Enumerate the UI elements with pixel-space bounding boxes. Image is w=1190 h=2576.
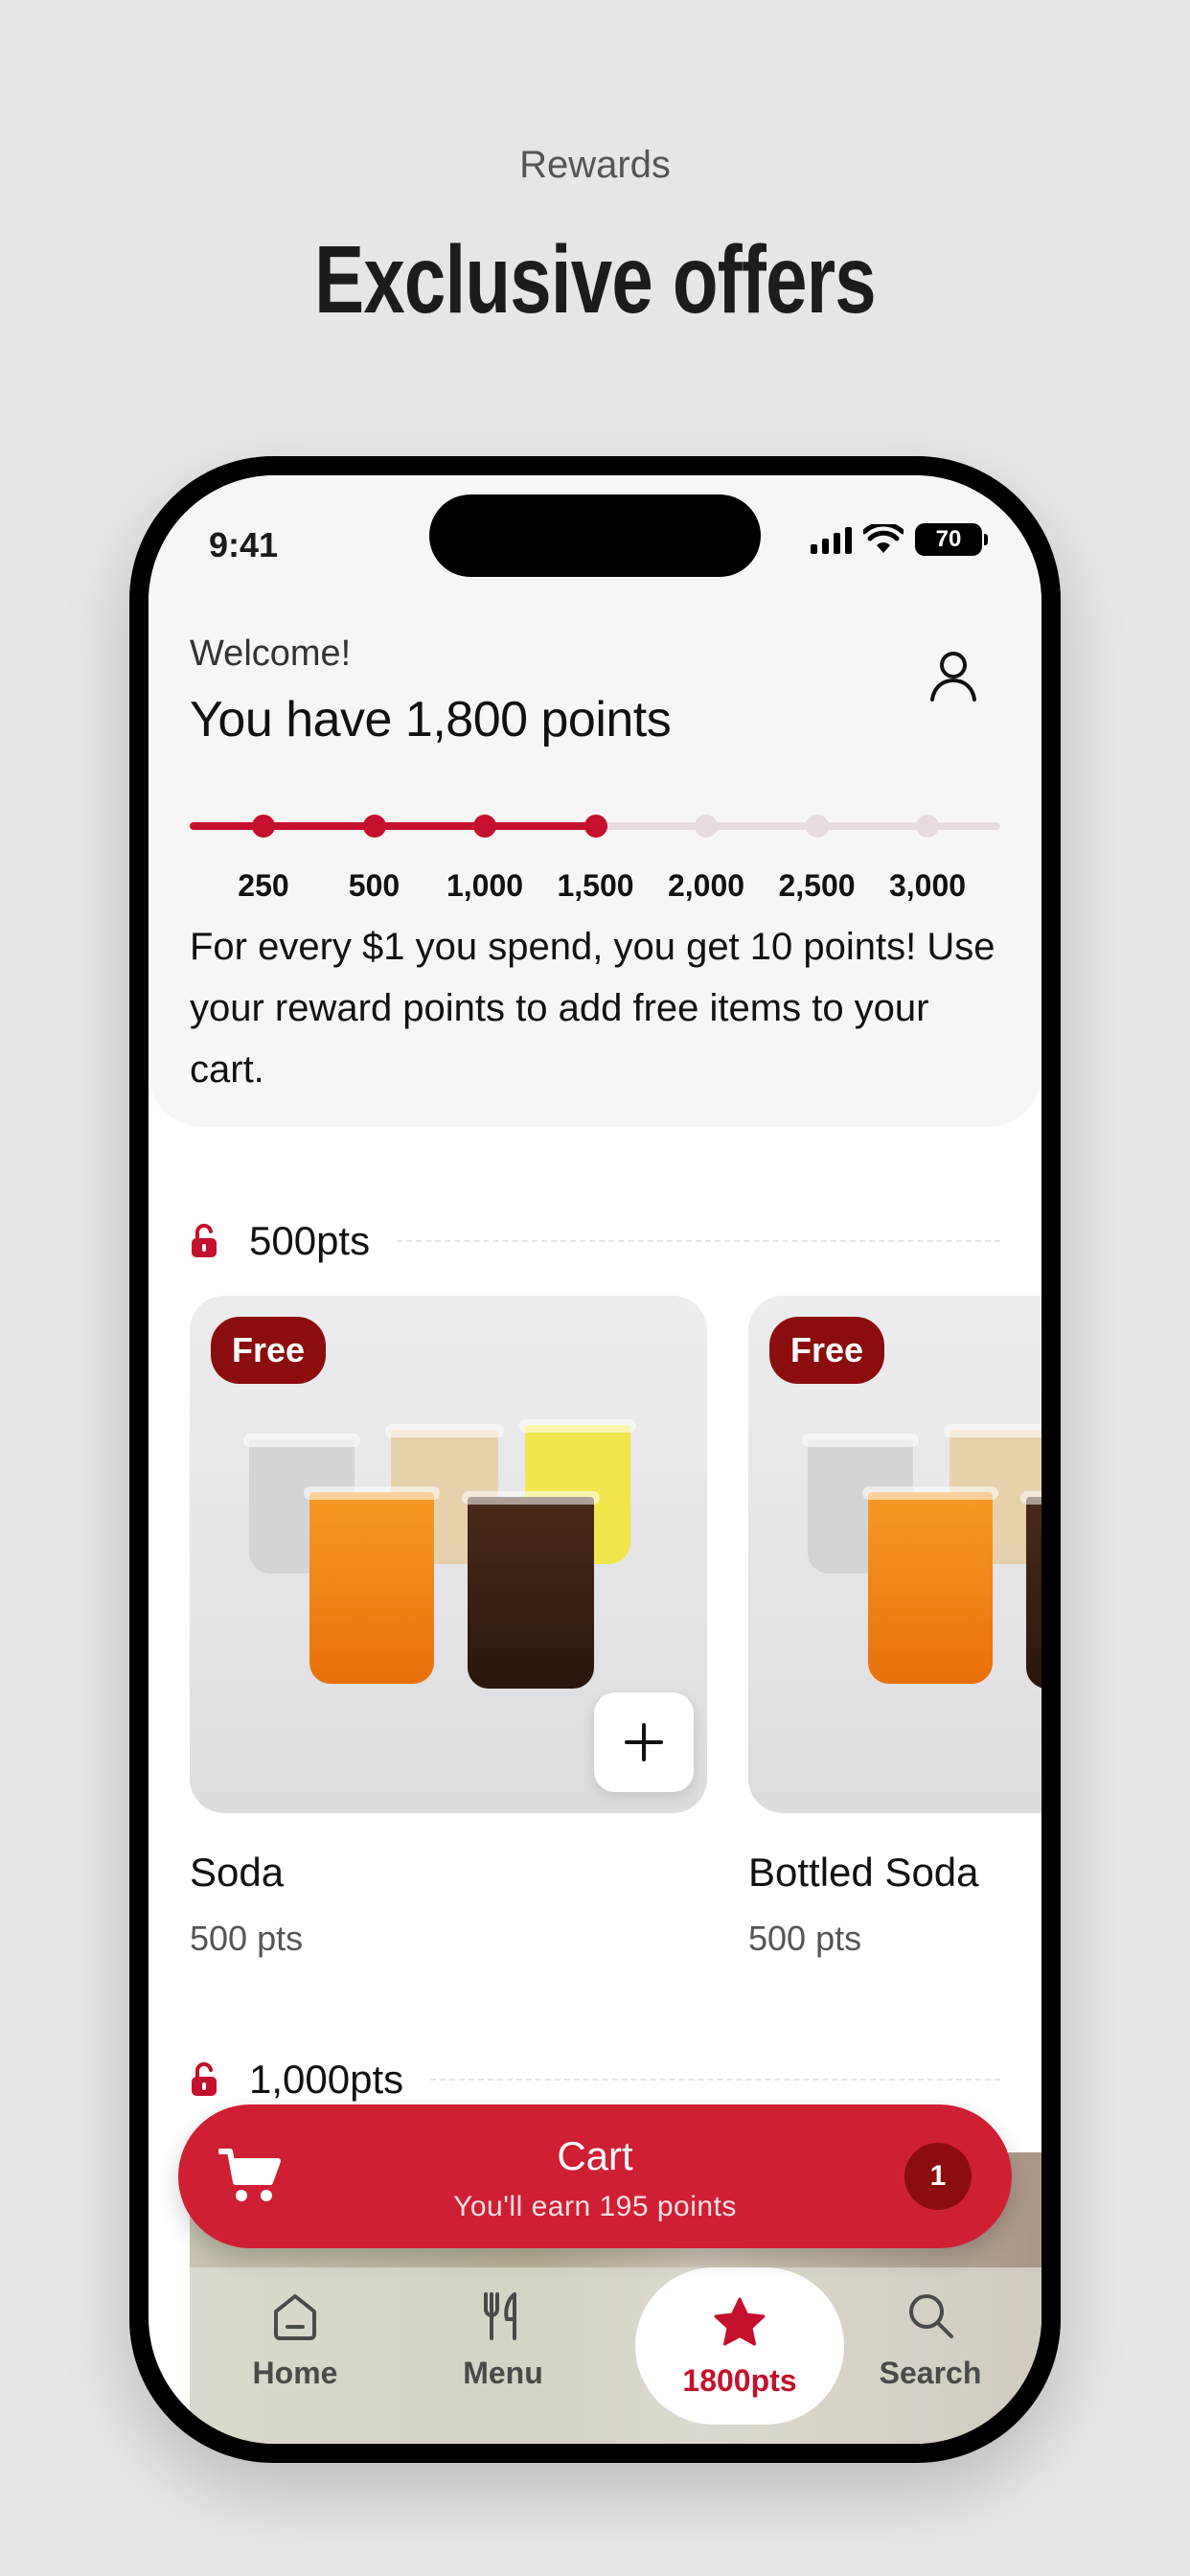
cart-count-badge: 1 [904, 2143, 972, 2210]
milestone-dot [805, 815, 829, 838]
welcome-text: Welcome! [190, 633, 352, 674]
tier-label: 1,000pts [249, 2057, 404, 2102]
unlock-icon [192, 1224, 217, 1257]
cart-button[interactable]: Cart You'll earn 195 points 1 [178, 2104, 1012, 2248]
item-name: Bottled Soda [748, 1850, 979, 1895]
tab-label: 1800pts [682, 2363, 797, 2398]
tab-home[interactable]: Home [199, 2287, 391, 2391]
tier-divider [397, 1240, 1000, 1242]
unlock-icon [192, 2062, 217, 2096]
star-icon [714, 2297, 766, 2346]
milestone-dot [916, 815, 939, 838]
milestone-label: 250 [238, 868, 289, 903]
tier-header: 500pts [190, 1218, 1000, 1264]
tab-search[interactable]: Search [835, 2287, 1026, 2391]
search-icon [909, 2294, 953, 2338]
add-button[interactable] [594, 1692, 694, 1792]
dynamic-island [429, 494, 761, 577]
milestone-label: 1,500 [557, 868, 634, 903]
tab-rewards[interactable]: 1800pts [635, 2267, 844, 2425]
tab-label: Home [252, 2356, 338, 2390]
milestone-dot [362, 815, 386, 838]
tier-header: 1,000pts [190, 2057, 1000, 2103]
milestone-label: 2,500 [778, 868, 856, 903]
rewards-summary: 9:41 70 Welcome! You have 1,800 points 2… [149, 475, 1041, 1127]
milestone-dot [473, 815, 496, 838]
cart-title: Cart [557, 2133, 633, 2178]
wifi-icon [863, 524, 904, 553]
tab-bar: Home Menu 1800pts Search [190, 2267, 1041, 2444]
free-badge: Free [211, 1317, 327, 1384]
reward-item-card[interactable]: Free Bottled Soda 500 pts [748, 1296, 1041, 1959]
page-headline: Exclusive offers [314, 226, 877, 334]
milestone-label: 3,000 [888, 868, 967, 903]
tier-divider [430, 2079, 1000, 2081]
milestone-label: 500 [348, 868, 400, 903]
home-icon [274, 2294, 316, 2340]
item-points: 500 pts [748, 1919, 862, 1958]
info-line-1: For every $1 you spend, you get 10 point… [190, 926, 917, 968]
cart-subtitle: You'll earn 195 points [453, 2191, 737, 2222]
milestone-dot [584, 815, 607, 838]
points-progress: 250 500 1,000 1,500 2,000 2,500 3,000 [190, 801, 1000, 903]
status-time: 9:41 [209, 525, 279, 564]
free-badge: Free [769, 1317, 885, 1384]
tab-menu[interactable]: Menu [407, 2287, 599, 2391]
battery-icon: 70 [915, 523, 988, 556]
points-title: You have 1,800 points [190, 692, 672, 748]
milestone-label: 2,000 [667, 868, 745, 903]
tab-label: Search [879, 2356, 982, 2390]
soda-image: Free [190, 1296, 707, 1813]
points-info: For every $1 you spend, you get 10 point… [190, 916, 1014, 1100]
phone-frame: 9:41 70 Welcome! You have 1,800 points 2… [129, 456, 1061, 2463]
page-eyebrow: Rewards [519, 144, 671, 186]
signal-icon [811, 525, 852, 554]
progress-fill [190, 822, 595, 830]
item-points: 500 pts [190, 1919, 304, 1958]
utensils-icon [484, 2292, 516, 2340]
tier-label: 500pts [249, 1218, 371, 1263]
tab-label: Menu [463, 2356, 543, 2390]
status-icons: 70 [811, 523, 988, 556]
milestone-label: 1,000 [446, 868, 524, 903]
milestone-dot [252, 815, 275, 838]
bottled-soda-image: Free [748, 1296, 1041, 1813]
reward-item-card[interactable]: Free Soda 500 pts [190, 1296, 707, 1959]
plus-icon [625, 1723, 663, 1761]
milestone-dot [695, 815, 718, 838]
item-name: Soda [190, 1850, 285, 1895]
phone-screen: 9:41 70 Welcome! You have 1,800 points 2… [149, 475, 1041, 2444]
profile-icon[interactable] [925, 648, 982, 705]
